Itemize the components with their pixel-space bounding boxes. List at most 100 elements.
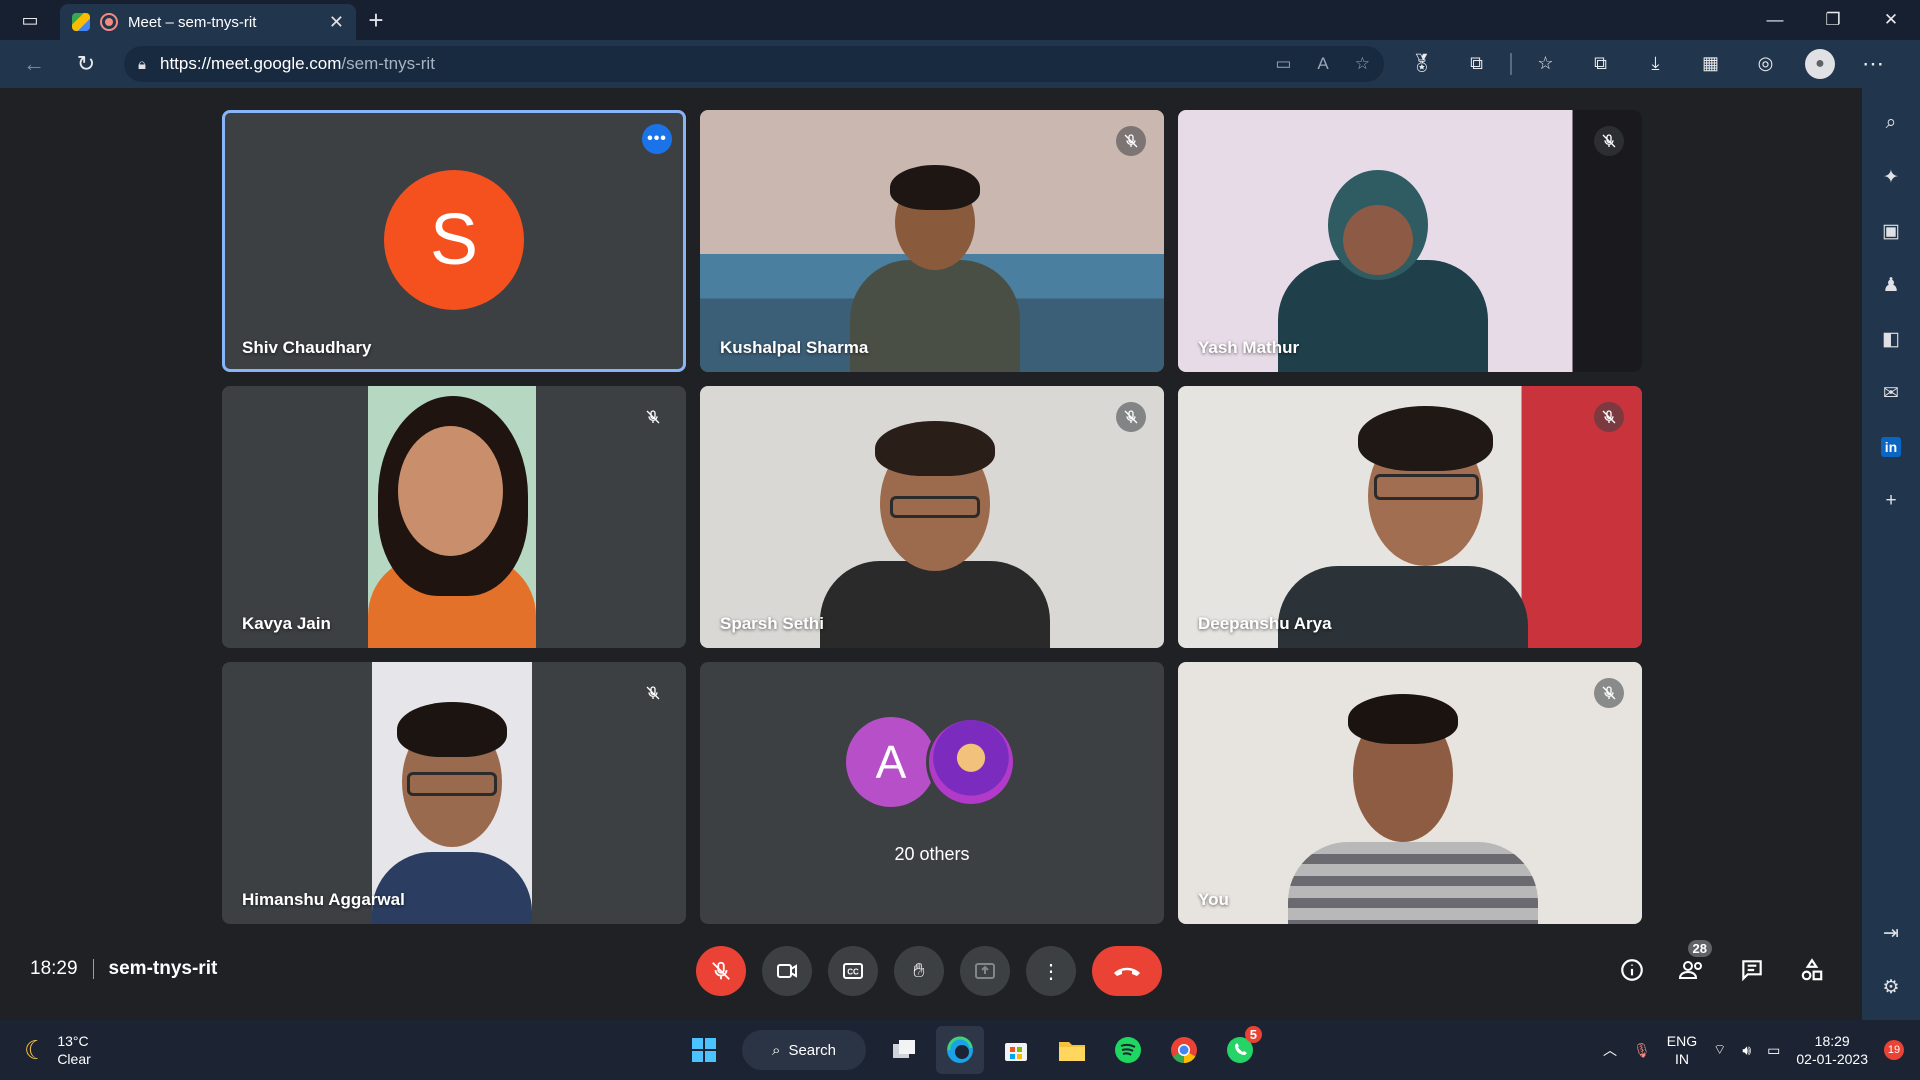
favorites-icon[interactable]: ☆ [1518,53,1573,75]
participant-tile-yash[interactable]: Yash Mathur [1178,110,1642,372]
captions-button[interactable]: CC [828,946,878,996]
raise-hand-button[interactable]: ✋︎ [894,946,944,996]
meeting-info-button[interactable] [1608,946,1656,994]
profile-avatar[interactable]: ● [1805,49,1835,79]
captions-icon: CC [843,963,863,979]
edge-sidebar: ⌕ ✦ ▣ ♟ ◧ ✉ in + ⇥ ⚙ [1862,88,1920,1020]
temperature: 13°C [57,1033,89,1049]
toolbar-divider [1510,53,1512,75]
volume-icon[interactable]: 🔊︎ [1742,1042,1751,1059]
leave-call-button[interactable] [1092,946,1162,996]
tab-actions-icon[interactable]: ▭ [0,0,60,40]
url-field[interactable]: 🔒︎ https://meet.google.com/sem-tnys-rit … [124,46,1384,82]
participant-tile-you[interactable]: You [1178,662,1642,924]
performance-icon[interactable]: ◎ [1738,53,1793,75]
back-button[interactable]: ← [8,44,60,84]
read-aloud-icon[interactable]: A [1317,54,1328,74]
battery-icon[interactable]: ▭ [1767,1042,1780,1059]
divider [92,959,94,979]
task-view-icon[interactable] [880,1026,928,1074]
system-clock[interactable]: 18:29 02-01-2023 [1796,1032,1868,1068]
chat-button[interactable] [1728,946,1776,994]
participant-tile-himanshu[interactable]: Himanshu Aggarwal [222,662,686,924]
muted-mic-icon [1116,402,1146,432]
microphone-toggle-button[interactable] [696,946,746,996]
restore-icon[interactable]: ❐ [1804,0,1862,40]
tab-meet[interactable]: Meet – sem-tnys-rit ✕ [60,4,356,40]
participant-tile-kushalpal[interactable]: Kushalpal Sharma [700,110,1164,372]
search-label: Search [788,1041,836,1059]
recording-indicator-icon [100,13,118,31]
close-tab-icon[interactable]: ✕ [329,12,344,33]
present-screen-button[interactable] [960,946,1010,996]
linkedin-icon[interactable]: in [1881,437,1901,457]
weather-condition: Clear [57,1051,91,1067]
outlook-icon[interactable]: ✉ [1871,366,1911,420]
avatar: S [384,170,524,310]
people-button[interactable]: 28 [1668,940,1716,994]
google-meet-favicon-icon [72,13,90,31]
participant-tile-shiv[interactable]: S ••• Shiv Chaudhary [222,110,686,372]
participant-name: Yash Mathur [1198,338,1300,357]
others-tile[interactable]: A 20 others [700,662,1164,924]
settings-more-icon[interactable]: ⋯ [1847,44,1899,84]
video-feed [372,662,532,924]
collections-icon[interactable]: ⧉ [1573,53,1628,75]
more-vert-icon: ⋮ [1041,960,1061,983]
refresh-button[interactable]: ↻ [60,44,112,84]
participant-name: Deepanshu Arya [1198,614,1332,633]
math-solver-icon[interactable]: ▦ [1683,53,1738,75]
microphone-in-use-icon[interactable]: 🎙︎ [1633,1042,1651,1059]
games-icon[interactable]: ♟ [1871,258,1911,312]
others-count-label: 20 others [894,844,970,864]
taskbar-apps: ⌕ Search 5 [680,1026,1264,1074]
show-hidden-icons-chevron-up-icon[interactable]: ︿ [1603,1040,1617,1060]
participant-tile-sparsh[interactable]: Sparsh Sethi [700,386,1164,648]
new-tab-button[interactable]: + [356,5,396,36]
language-indicator[interactable]: ENG IN [1667,1032,1697,1068]
camera-in-use-icon[interactable]: ▭ [1275,54,1291,74]
more-options-button[interactable]: ⋮ [1026,946,1076,996]
tools-icon[interactable]: ▣ [1871,204,1911,258]
activities-button[interactable] [1788,946,1836,994]
weather-widget[interactable]: ☾ 13°C Clear [24,1032,224,1068]
wifi-icon[interactable]: ⌔ [1713,1041,1726,1059]
video-feed [700,386,1164,648]
spotify-icon[interactable] [1104,1026,1152,1074]
edge-app-icon[interactable] [936,1026,984,1074]
camera-toggle-button[interactable] [762,946,812,996]
svg-text:CC: CC [847,968,859,977]
store-app-icon[interactable] [992,1026,1040,1074]
muted-mic-icon [638,678,668,708]
participant-tile-kavya[interactable]: Kavya Jain [222,386,686,648]
start-button[interactable] [680,1026,728,1074]
video-feed [1178,110,1642,372]
more-options-icon[interactable]: ••• [642,124,672,154]
whatsapp-icon[interactable]: 5 [1216,1026,1264,1074]
add-sidebar-app-icon[interactable]: + [1871,474,1911,528]
minimize-icon[interactable]: — [1746,0,1804,40]
participant-name: Himanshu Aggarwal [242,890,405,909]
language-code: ENG [1666,1033,1698,1049]
region-code: IN [1674,1051,1689,1067]
rewards-icon[interactable]: 🏅︎ [1394,53,1449,75]
office-icon[interactable]: ◧ [1871,312,1911,366]
sidebar-settings-icon[interactable]: ⚙ [1871,960,1911,1014]
lock-icon[interactable]: 🔒︎ [138,56,146,73]
add-favorite-icon[interactable]: ☆ [1355,54,1370,74]
participant-name: Shiv Chaudhary [242,338,372,357]
participant-name: You [1198,890,1229,909]
notification-badge[interactable]: 19 [1884,1040,1904,1060]
downloads-icon[interactable]: ⤓ [1628,53,1683,75]
hide-sidebar-icon[interactable]: ⇥ [1871,906,1911,960]
participant-tile-deepanshu[interactable]: Deepanshu Arya [1178,386,1642,648]
taskbar-search[interactable]: ⌕ Search [742,1030,866,1070]
side-panel-controls: 28 [1608,940,1836,994]
file-explorer-icon[interactable] [1048,1026,1096,1074]
chrome-icon[interactable] [1160,1026,1208,1074]
search-icon[interactable]: ⌕ [1871,96,1911,150]
close-window-icon[interactable]: ✕ [1862,0,1920,40]
discover-icon[interactable]: ✦ [1871,150,1911,204]
extensions-icon[interactable]: ⧉ [1449,53,1504,75]
address-bar-row: ← ↻ 🔒︎ https://meet.google.com/sem-tnys-… [0,40,1920,88]
